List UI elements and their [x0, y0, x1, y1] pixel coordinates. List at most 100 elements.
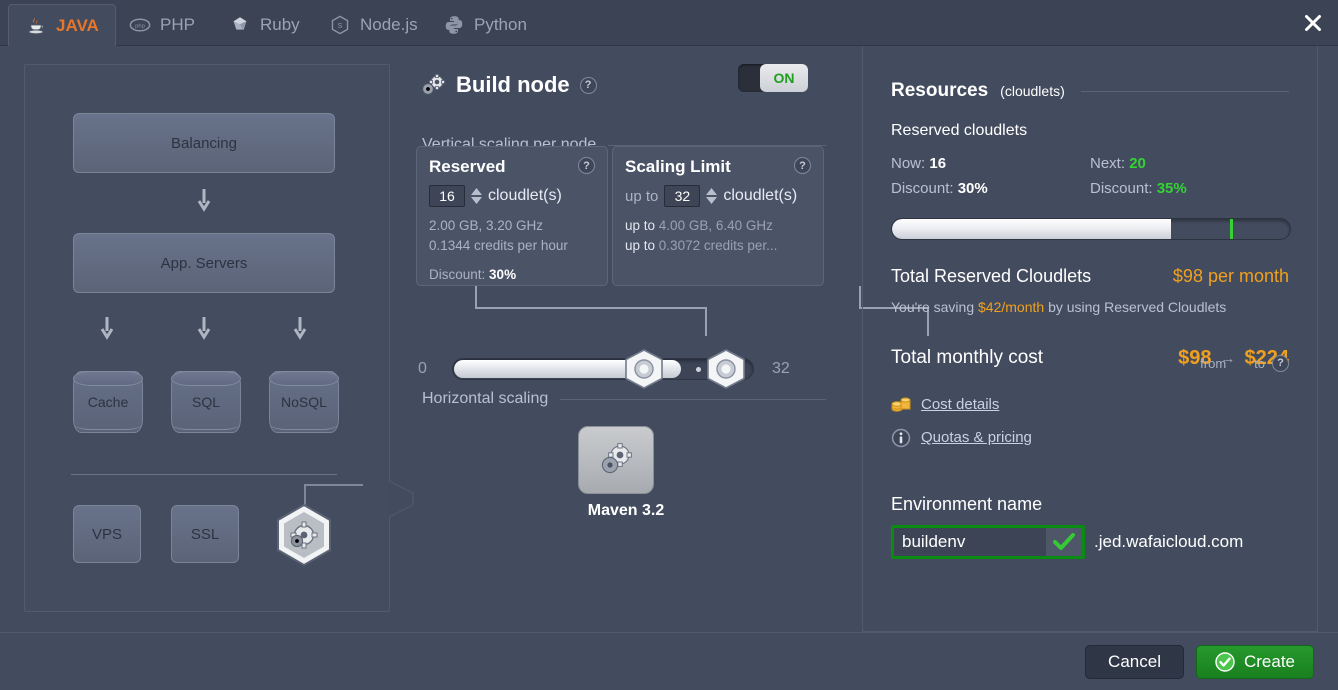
node-label: Cache	[87, 394, 129, 410]
build-node-toggle[interactable]: ON	[738, 64, 808, 92]
reserved-discount-value: 30%	[489, 266, 517, 282]
quotas-pricing-link[interactable]: Quotas & pricing	[891, 428, 1289, 448]
cancel-label: Cancel	[1108, 651, 1161, 671]
help-icon[interactable]: ?	[1272, 354, 1289, 372]
close-icon	[1305, 15, 1321, 31]
close-dialog-button[interactable]	[1296, 6, 1330, 40]
gear-hexagon-icon	[277, 503, 331, 567]
topology-node-balancing[interactable]: Balancing	[73, 113, 335, 173]
tab-nodejs[interactable]: S Node.js	[313, 4, 434, 46]
topology-node-sql[interactable]: SQL	[171, 371, 241, 433]
scaling-limit-spinner-row: up to cloudlet(s)	[625, 185, 811, 207]
tab-ruby[interactable]: Ruby	[213, 4, 316, 46]
topology-node-nosql[interactable]: NoSQL	[269, 371, 339, 433]
scaling-limit-prefix: up to	[625, 187, 659, 205]
chevron-up-icon	[471, 188, 482, 195]
scaling-limit-title: Scaling Limit	[625, 157, 731, 176]
node-label: App. Servers	[160, 254, 248, 272]
help-icon[interactable]: ?	[579, 76, 597, 94]
chevron-up-icon	[706, 188, 718, 195]
scaling-limit-spec: 4.00 GB, 6.40 GHz	[658, 218, 773, 233]
topology-divider	[71, 474, 337, 475]
scaling-limit-unit-label: cloudlet(s)	[723, 187, 798, 204]
now-value: 16	[929, 155, 947, 172]
savings-pre: You're saving	[891, 298, 975, 315]
environment-valid-indicator	[1046, 527, 1082, 556]
next-value: 20	[1129, 155, 1146, 172]
slider-reserved-connector	[475, 286, 707, 336]
reserved-credits: 0.1344 credits per hour	[429, 238, 568, 254]
environment-name-label: Environment name	[891, 493, 1043, 514]
next-label: Next:	[1090, 155, 1126, 172]
check-icon	[1053, 532, 1075, 550]
environment-name-input[interactable]	[894, 527, 1046, 556]
build-node-panel: Build node ? ON Vertical scaling per nod…	[400, 46, 929, 632]
topology-node-app-servers[interactable]: App. Servers	[73, 233, 335, 293]
resources-panel: Resources (cloudlets) Reserved cloudlets…	[862, 46, 1318, 632]
total-monthly-cost-label: Total monthly cost	[891, 347, 1044, 368]
stack-tile-maven[interactable]	[578, 426, 654, 494]
savings-amount: $42/month	[978, 298, 1045, 315]
node-label: Balancing	[171, 134, 237, 152]
tab-label: Node.js	[360, 15, 418, 34]
section-rule	[891, 365, 1141, 366]
from-to-header: from to ?	[1200, 354, 1289, 372]
savings-note: You're saving $42/month by using Reserve…	[891, 299, 1289, 315]
check-circle-icon	[1215, 651, 1235, 672]
python-icon	[445, 16, 463, 34]
build-node-header: Build node ?	[422, 72, 597, 98]
arrow-down-icon	[100, 317, 114, 340]
reserved-cloudlets-values: Now: 16 Discount: 30% Next: 20 Discount:…	[891, 152, 1289, 202]
reserved-title: Reserved	[429, 157, 506, 176]
scaling-limit-cloudlets-input[interactable]	[664, 185, 701, 207]
total-monthly-cost-block: from to ? Total monthly cost $98 → $224	[891, 347, 1289, 372]
tab-python[interactable]: Python	[427, 4, 543, 46]
to-label: to	[1254, 355, 1265, 371]
tab-java[interactable]: JAVA	[8, 4, 116, 46]
toggle-state-label: ON	[760, 64, 808, 92]
resources-title: Resources	[891, 80, 989, 101]
arrow-down-icon	[197, 189, 211, 212]
reserved-cloudlets-progress-bar[interactable]	[891, 217, 1291, 240]
help-icon[interactable]: ?	[578, 157, 595, 174]
build-node-title: Build node	[456, 72, 570, 97]
topology-node-ssl[interactable]: SSL	[171, 505, 239, 563]
reserved-cloudlets-input[interactable]	[429, 185, 465, 207]
node-label: SSL	[190, 525, 220, 543]
nodejs-icon: S	[331, 15, 349, 35]
chevron-down-icon	[706, 197, 718, 204]
cost-details-link[interactable]: Cost details	[891, 396, 1289, 414]
total-reserved-label: Total Reserved Cloudlets	[891, 265, 1092, 286]
node-label: SQL	[191, 394, 220, 410]
php-icon: php	[129, 18, 151, 32]
create-button[interactable]: Create	[1195, 644, 1314, 679]
tab-php[interactable]: php PHP	[113, 4, 211, 46]
topology-node-build[interactable]	[273, 503, 335, 567]
next-discount-label: Discount:	[1090, 179, 1153, 197]
from-label: from	[1200, 355, 1227, 371]
topology-node-vps[interactable]: VPS	[73, 505, 141, 563]
scaling-limit-credits: 0.3072 credits per...	[658, 238, 778, 254]
tab-label: PHP	[160, 15, 195, 34]
arrow-down-icon	[197, 317, 211, 340]
gear-icon	[422, 74, 445, 95]
chevron-down-icon	[471, 197, 482, 204]
dotted-rule	[891, 291, 1289, 292]
cancel-button[interactable]: Cancel	[1085, 644, 1184, 679]
next-discount-value: 35%	[1156, 179, 1187, 197]
scaling-limit-card: Scaling Limit ? up to cloudlet(s) up to …	[612, 146, 824, 286]
total-reserved-value: $98 per month	[1172, 265, 1289, 286]
reserved-stepper[interactable]	[471, 188, 482, 204]
reserved-spec: 2.00 GB, 3.20 GHz	[429, 218, 544, 233]
reserved-discount-label: Discount:	[429, 266, 486, 282]
environment-name-field-wrapper	[891, 524, 1085, 559]
info-icon	[891, 428, 911, 447]
language-tab-bar: JAVA php PHP Ruby S Node.js Python	[0, 0, 1338, 46]
environment-name-row: .jed.wafaicloud.com	[891, 524, 1289, 559]
tab-label: JAVA	[56, 15, 99, 35]
topology-node-cache[interactable]: Cache	[73, 371, 143, 433]
resources-subtitle: (cloudlets)	[1000, 83, 1065, 99]
reserved-card: Reserved ? cloudlet(s) 2.00 GB, 3.20 GHz…	[416, 146, 608, 286]
help-icon[interactable]: ?	[794, 157, 811, 174]
scaling-limit-stepper[interactable]	[706, 188, 718, 204]
